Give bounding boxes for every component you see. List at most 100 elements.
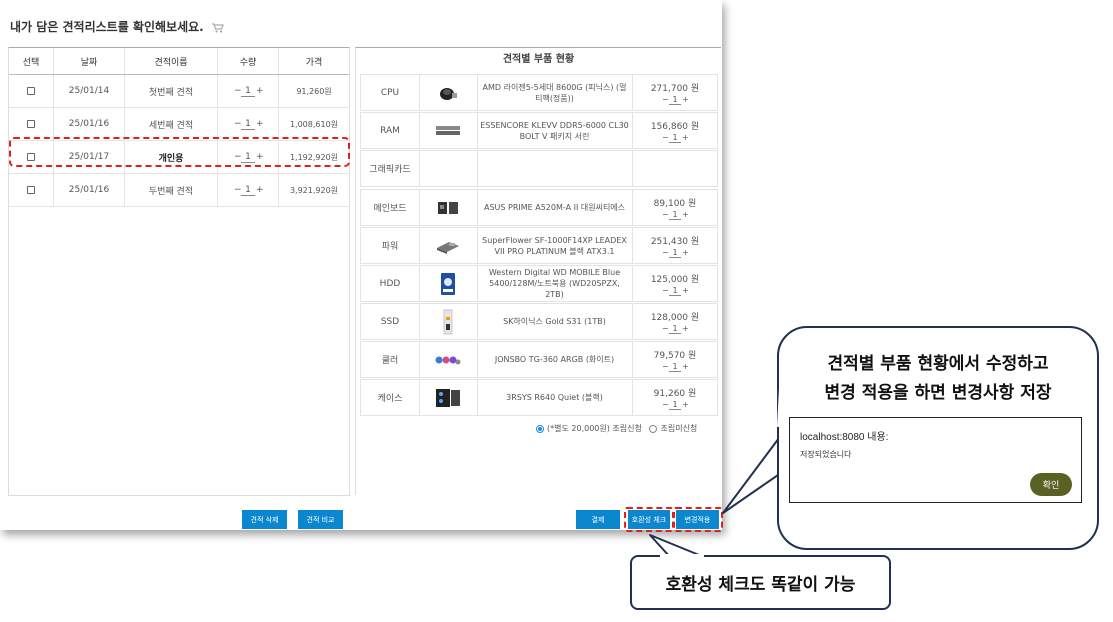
quantity-stepper[interactable]: −1 + bbox=[662, 248, 689, 258]
cpu-cooler-image bbox=[419, 75, 478, 110]
part-price: 125,000 원 bbox=[650, 274, 700, 285]
estimate-table-header: 선택 날짜 견적이름 수량 가격 bbox=[9, 48, 349, 75]
plus-button[interactable]: + bbox=[682, 210, 689, 219]
plus-button[interactable]: + bbox=[682, 95, 689, 104]
minus-button[interactable]: − bbox=[662, 95, 669, 104]
part-row-power: 파워 SuperFlower SF-1000F14XP LEADEX VII P… bbox=[360, 227, 718, 264]
row-checkbox[interactable] bbox=[27, 185, 35, 194]
minus-button[interactable]: − bbox=[662, 248, 669, 257]
quantity-stepper[interactable]: −1 + bbox=[234, 119, 264, 130]
row-checkbox[interactable] bbox=[27, 86, 35, 95]
alert-title: localhost:8080 내용: bbox=[800, 432, 889, 443]
estimate-list-panel: 선택 날짜 견적이름 수량 가격 25/01/14 첫번째 견적 −1 + 91,… bbox=[8, 47, 350, 496]
minus-button[interactable]: − bbox=[234, 86, 242, 96]
motherboard-image bbox=[419, 190, 478, 225]
plus-button[interactable]: + bbox=[682, 324, 689, 333]
plus-button[interactable]: + bbox=[256, 119, 264, 129]
quantity-stepper[interactable]: −1 + bbox=[662, 133, 689, 143]
minus-button[interactable]: − bbox=[662, 133, 669, 142]
plus-button[interactable]: + bbox=[256, 86, 264, 96]
pay-button[interactable]: 결제 bbox=[576, 510, 620, 529]
row-checkbox[interactable] bbox=[27, 119, 35, 128]
quantity-stepper[interactable]: −1 + bbox=[662, 286, 689, 296]
part-category: 쿨러 bbox=[361, 342, 420, 377]
quantity-stepper[interactable]: −1 + bbox=[662, 324, 689, 334]
quantity-stepper[interactable]: −1 + bbox=[662, 210, 689, 220]
part-category: HDD bbox=[361, 266, 420, 301]
pc-case-image bbox=[419, 380, 478, 415]
table-row[interactable]: 25/01/14 첫번째 견적 −1 + 91,260원 bbox=[9, 74, 349, 108]
parts-panel: 견적별 부품 현황 CPU AMD 라이젠5-5세대 8600G (피닉스) (… bbox=[355, 47, 721, 495]
assembly-on-radio[interactable] bbox=[536, 424, 544, 433]
part-row-cooler: 쿨러 JONSBO TG-360 ARGB (화이트) 79,570 원 −1 + bbox=[360, 341, 718, 378]
row-date: 25/01/16 bbox=[53, 173, 125, 207]
plus-button[interactable]: + bbox=[682, 133, 689, 142]
part-row-ram: RAM ESSENCORE KLEVV DDR5-6000 CL30 BOLT … bbox=[360, 112, 718, 149]
cart-icon bbox=[211, 22, 224, 36]
plus-button[interactable]: + bbox=[682, 248, 689, 257]
part-name: SuperFlower SF-1000F14XP LEADEX VII PRO … bbox=[477, 228, 633, 263]
estimate-window: 내가 담은 견적리스트를 확인해보세요. 선택 날짜 견적이름 수량 가격 25… bbox=[0, 0, 722, 530]
estimate-table: 선택 날짜 견적이름 수량 가격 25/01/14 첫번째 견적 −1 + 91,… bbox=[9, 48, 349, 207]
col-qty: 수량 bbox=[217, 48, 279, 75]
part-name: Western Digital WD MOBILE Blue 5400/128M… bbox=[477, 266, 633, 301]
part-row-case: 케이스 3RSYS R640 Quiet (블랙) 91,260 원 −1 + bbox=[360, 379, 718, 416]
col-price: 가격 bbox=[278, 48, 349, 75]
part-name: 3RSYS R640 Quiet (블랙) bbox=[477, 380, 633, 415]
minus-button[interactable]: − bbox=[662, 400, 669, 409]
assembly-off-label[interactable]: 조립미신청 bbox=[660, 424, 697, 433]
assembly-off-radio[interactable] bbox=[649, 424, 658, 433]
table-row[interactable]: 25/01/16 두번째 견적 −1 + 3,921,920원 bbox=[9, 173, 349, 207]
minus-button[interactable]: − bbox=[662, 210, 669, 219]
part-category: 그래픽카드 bbox=[361, 151, 420, 186]
part-price: 89,100 원 bbox=[653, 198, 697, 209]
page-title: 내가 담은 견적리스트를 확인해보세요. bbox=[10, 18, 224, 36]
part-category: 메인보드 bbox=[361, 190, 420, 225]
plus-button[interactable]: + bbox=[256, 185, 264, 195]
part-name: SK하이닉스 Gold S31 (1TB) bbox=[477, 304, 633, 339]
quantity-stepper[interactable]: −1 + bbox=[234, 185, 264, 196]
part-name bbox=[477, 151, 633, 186]
ssd-image bbox=[419, 304, 478, 339]
plus-button[interactable]: + bbox=[682, 362, 689, 371]
part-image-empty bbox=[419, 151, 478, 186]
row-price: 1,008,610원 bbox=[278, 107, 349, 141]
row-price: 91,260원 bbox=[278, 74, 349, 108]
part-category: SSD bbox=[361, 304, 420, 339]
assembly-on-label[interactable]: (*별도 20,000원) 조립신청 bbox=[547, 424, 642, 433]
compat-button-highlight bbox=[624, 507, 674, 532]
part-category: CPU bbox=[361, 75, 420, 110]
power-supply-image bbox=[419, 228, 478, 263]
delete-estimate-button[interactable]: 견적 삭제 bbox=[242, 510, 287, 529]
part-name: ASUS PRIME A520M-A II 대원씨티에스 bbox=[477, 190, 633, 225]
quantity-stepper[interactable]: −1 + bbox=[662, 95, 689, 105]
part-row-hdd: HDD Western Digital WD MOBILE Blue 5400/… bbox=[360, 265, 718, 302]
part-category: 케이스 bbox=[361, 380, 420, 415]
minus-button[interactable]: − bbox=[662, 362, 669, 371]
plus-button[interactable]: + bbox=[682, 400, 689, 409]
part-category: RAM bbox=[361, 113, 420, 148]
plus-button[interactable]: + bbox=[682, 286, 689, 295]
minus-button[interactable]: − bbox=[234, 119, 242, 129]
row-name[interactable]: 두번째 견적 bbox=[124, 173, 218, 207]
quantity-stepper[interactable]: −1 + bbox=[662, 400, 689, 410]
callout-tail-join bbox=[660, 554, 704, 558]
compare-estimate-button[interactable]: 견적 비교 bbox=[298, 510, 343, 529]
alert-ok-button[interactable]: 확인 bbox=[1030, 473, 1072, 496]
quantity-stepper[interactable]: −1 + bbox=[662, 362, 689, 372]
callout-tail-cover bbox=[777, 388, 799, 427]
quantity-stepper[interactable]: −1 + bbox=[234, 86, 264, 97]
alert-dialog: localhost:8080 내용: 저장되었습니다 확인 bbox=[789, 417, 1082, 503]
minus-button[interactable]: − bbox=[234, 185, 242, 195]
table-row[interactable]: 25/01/16 세번째 견적 −1 + 1,008,610원 bbox=[9, 107, 349, 141]
minus-button[interactable]: − bbox=[662, 324, 669, 333]
parts-panel-title: 견적별 부품 현황 bbox=[502, 54, 575, 65]
part-price: 251,430 원 bbox=[650, 236, 700, 247]
row-name[interactable]: 세번째 견적 bbox=[124, 107, 218, 141]
hdd-image bbox=[419, 266, 478, 301]
row-name[interactable]: 첫번째 견적 bbox=[124, 74, 218, 108]
part-row-mainboard: 메인보드 ASUS PRIME A520M-A II 대원씨티에스 89,100… bbox=[360, 189, 718, 226]
minus-button[interactable]: − bbox=[662, 286, 669, 295]
cooler-fans-image bbox=[419, 342, 478, 377]
part-row-ssd: SSD SK하이닉스 Gold S31 (1TB) 128,000 원 −1 + bbox=[360, 303, 718, 340]
